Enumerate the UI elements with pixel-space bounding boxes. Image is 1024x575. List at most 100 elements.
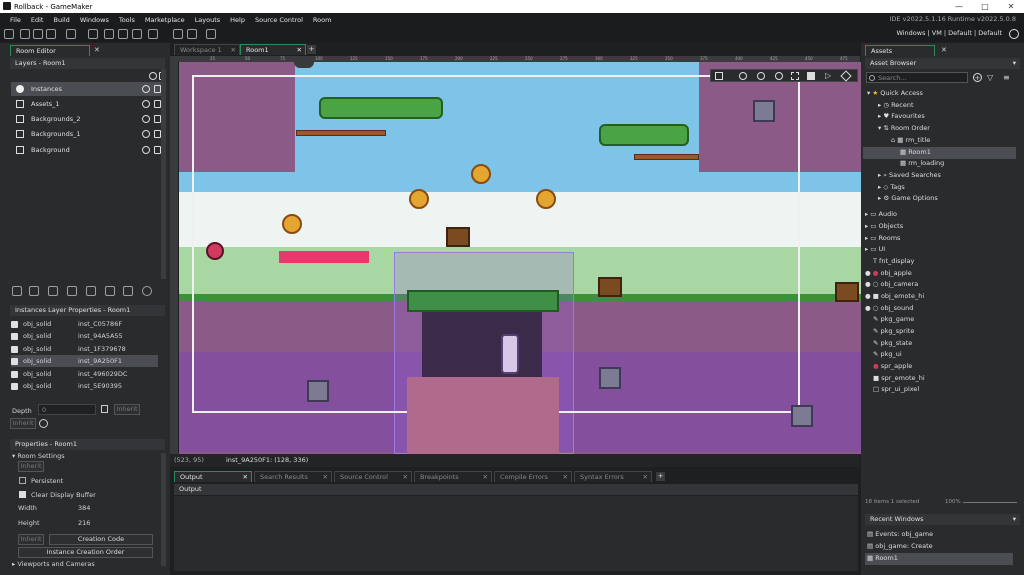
depth-lock-icon[interactable] (101, 405, 108, 413)
eye-icon[interactable] (142, 146, 150, 154)
instance-row-selected[interactable]: obj_solid inst_9A250F1 (11, 355, 158, 367)
room-canvas[interactable] (179, 62, 861, 454)
asset-search-input[interactable]: Search... (866, 72, 968, 83)
minimize-icon[interactable]: — (946, 0, 972, 13)
room-settings-label[interactable]: ▾ Room Settings (12, 452, 65, 460)
checkbox[interactable] (11, 332, 18, 340)
checkbox[interactable] (11, 345, 18, 353)
group-rooms[interactable]: ▸ ▭ Rooms (865, 233, 900, 245)
layer-backgrounds-2[interactable]: Backgrounds_2 (11, 112, 163, 126)
eye-icon[interactable] (142, 100, 150, 108)
open-project-icon[interactable] (33, 29, 43, 39)
layer-background[interactable]: Background (11, 143, 163, 157)
clear-icon[interactable] (39, 419, 48, 428)
group-ui[interactable]: ▸ ▭ UI (865, 244, 885, 256)
filter-icon[interactable]: ▽ (987, 73, 993, 82)
stone-block[interactable] (753, 100, 775, 122)
play-icon[interactable] (118, 29, 128, 39)
group-objects[interactable]: ▸ ▭ Objects (865, 221, 903, 233)
save-icon[interactable] (46, 29, 56, 39)
lock-icon[interactable] (154, 130, 161, 138)
width-input[interactable]: 384 (78, 504, 90, 512)
asset-item[interactable]: □ spr_ui_pixel (873, 384, 919, 396)
tab-syntax-errors[interactable]: Syntax Errors ✕ (574, 471, 652, 482)
coin-sprite[interactable] (409, 189, 429, 209)
properties-scrollbar[interactable] (161, 453, 166, 566)
folder-icon[interactable] (123, 286, 133, 296)
play-room-icon[interactable]: ▷ (825, 71, 831, 80)
asset-item[interactable]: T fnt_display (873, 256, 914, 268)
tab-assets[interactable]: Assets (865, 45, 935, 56)
checkbox[interactable] (11, 382, 18, 390)
recent-window-item[interactable]: ▤ obj_game: Create (867, 541, 933, 553)
asset-item[interactable]: ✎ pkg_game (873, 314, 914, 326)
menu-marketplace[interactable]: Marketplace (145, 16, 185, 24)
menu-help[interactable]: Help (230, 16, 245, 24)
grid-toggle-icon[interactable] (715, 72, 723, 80)
tab-workspace-1[interactable]: Workspace 1 ✕ (174, 44, 240, 55)
tag-icon[interactable] (840, 70, 852, 82)
recent-window-item[interactable]: ▤ Events: obj_game (867, 529, 933, 541)
menu-edit[interactable]: Edit (31, 16, 44, 24)
tab-source-control[interactable]: Source Control ✕ (334, 471, 412, 482)
add-path-layer-icon[interactable] (67, 286, 77, 296)
settings-icon[interactable] (173, 29, 183, 39)
favourites-item[interactable]: ▸ ♥ Favourites (878, 111, 925, 123)
add-asset-layer-icon[interactable] (86, 286, 96, 296)
zoom-in-icon[interactable] (775, 72, 783, 80)
crate-sprite[interactable] (835, 282, 859, 302)
coin-sprite[interactable] (536, 189, 556, 209)
stone-block[interactable] (791, 405, 813, 427)
add-tile-layer-icon[interactable] (48, 286, 58, 296)
run-icon[interactable] (104, 29, 114, 39)
instance-row[interactable]: obj_solid inst_94A5A55 (11, 330, 158, 342)
eye-icon[interactable] (142, 85, 150, 93)
close-icon[interactable]: ✕ (998, 0, 1024, 13)
menu-layouts[interactable]: Layouts (195, 16, 220, 24)
tab-room-editor[interactable]: Room Editor (10, 45, 90, 56)
target-gear-icon[interactable] (1009, 29, 1019, 39)
menu-file[interactable]: File (10, 16, 21, 24)
tab-compile-errors[interactable]: Compile Errors ✕ (494, 471, 572, 482)
grid-icon[interactable] (206, 29, 216, 39)
clear-buffer-checkbox[interactable] (19, 491, 26, 498)
lock-icon[interactable] (154, 85, 161, 93)
target-selector[interactable]: Windows | VM | Default | Default (896, 29, 1002, 37)
add-effect-layer-icon[interactable] (105, 286, 115, 296)
recent-item[interactable]: ▸ ◷ Recent (878, 100, 914, 112)
layer-instances[interactable]: Instances (11, 82, 163, 96)
viewports-label[interactable]: ▸ Viewports and Cameras (12, 560, 95, 568)
shopkeeper-sprite[interactable] (501, 334, 519, 374)
add-instance-layer-icon[interactable] (29, 286, 39, 296)
add-tab-icon[interactable]: + (307, 45, 316, 54)
crate-sprite[interactable] (598, 277, 622, 297)
checkbox[interactable] (11, 320, 18, 328)
asset-item[interactable]: ● spr_apple (873, 361, 912, 373)
instance-row[interactable]: obj_solid inst_496029DC (11, 368, 158, 380)
settings-inherit-button[interactable]: Inherit (18, 534, 44, 545)
checkbox[interactable] (11, 370, 18, 378)
game-options-item[interactable]: ▸ ⚙ Game Options (878, 193, 938, 205)
height-input[interactable]: 216 (78, 519, 90, 527)
room-inherit-button[interactable]: Inherit (18, 461, 44, 472)
quick-access[interactable]: ▾ ★ Quick Access (867, 88, 923, 100)
tab-search-results[interactable]: Search Results ✕ (254, 471, 332, 482)
instance-row[interactable]: obj_solid inst_5E90395 (11, 380, 158, 392)
export-icon[interactable] (66, 29, 76, 39)
home-icon[interactable] (4, 29, 14, 39)
tab-room1[interactable]: Room1 ✕ (240, 44, 306, 55)
stone-block[interactable] (599, 367, 621, 389)
debug-icon[interactable] (88, 29, 98, 39)
fit-icon[interactable] (791, 72, 799, 80)
tab-breakpoints[interactable]: Breakpoints ✕ (414, 471, 492, 482)
zoom-slider[interactable] (963, 502, 1017, 503)
asset-item[interactable]: ■ spr_emote_hi (873, 373, 925, 385)
list-icon[interactable]: ≡ (1003, 73, 1010, 82)
close-assets-icon[interactable]: ✕ (941, 46, 947, 54)
camera-pin-icon[interactable] (294, 62, 314, 68)
depth-input[interactable]: 0 (38, 404, 96, 415)
menu-source-control[interactable]: Source Control (255, 16, 303, 24)
maximize-icon[interactable]: □ (972, 0, 998, 13)
asset-item[interactable]: ✎ pkg_sprite (873, 326, 914, 338)
add-asset-icon[interactable]: + (973, 73, 982, 82)
